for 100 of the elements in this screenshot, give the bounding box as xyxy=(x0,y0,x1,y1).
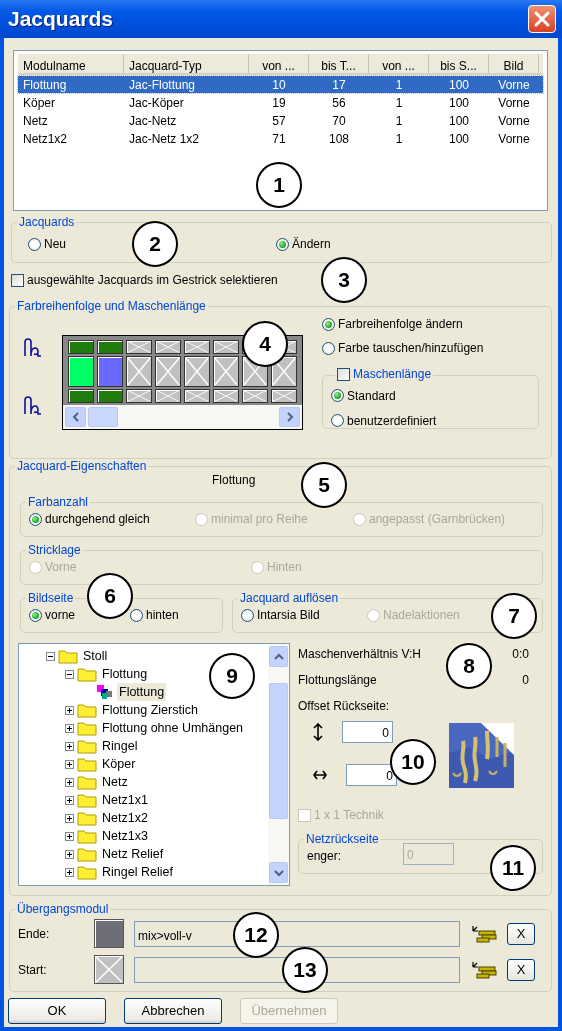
radio-button[interactable] xyxy=(331,389,344,402)
field-value: 0 xyxy=(522,672,529,689)
empty-swatch[interactable] xyxy=(213,389,239,403)
folder-icon xyxy=(77,774,97,790)
tree-item[interactable]: Ringel Relief xyxy=(100,862,175,882)
dialog-button[interactable]: OK xyxy=(8,998,106,1024)
expand-toggle[interactable] xyxy=(65,759,74,769)
table-cell-text: 56 xyxy=(331,94,347,112)
radio-button[interactable] xyxy=(29,512,42,526)
column-header[interactable]: Jacquard-Typ xyxy=(124,54,249,73)
column-header[interactable]: bis S... xyxy=(429,54,489,73)
dialog-button[interactable]: Abbrechen xyxy=(124,998,222,1024)
column-header[interactable]: von ... xyxy=(369,54,429,73)
radio-button[interactable] xyxy=(322,317,335,331)
clear-button[interactable]: X xyxy=(507,922,535,945)
empty-swatch[interactable] xyxy=(155,356,181,387)
radio-button[interactable] xyxy=(322,341,335,355)
table-row[interactable]: Köper Jac-Köper 19 56 1 100 Vorne xyxy=(18,94,543,111)
column-header[interactable]: Bild xyxy=(489,54,539,73)
radio-button[interactable] xyxy=(241,608,254,622)
tree-item[interactable]: Netz1x1 xyxy=(100,790,150,810)
column-header[interactable]: Modulname xyxy=(18,54,124,73)
folder-icon xyxy=(77,756,97,772)
scroll-thumb[interactable] xyxy=(88,407,118,427)
color-swatch[interactable] xyxy=(97,340,123,354)
empty-swatch[interactable] xyxy=(184,356,210,387)
expand-toggle[interactable] xyxy=(65,795,74,805)
number-field[interactable]: 0 xyxy=(342,721,393,743)
module-list[interactable] xyxy=(13,50,548,211)
empty-swatch[interactable] xyxy=(126,389,152,403)
table-cell-text: Jac-Netz xyxy=(128,112,178,130)
folder-icon xyxy=(77,720,97,736)
tree-item[interactable]: Köper xyxy=(100,754,138,774)
tree-item[interactable]: Netz1x2 xyxy=(100,808,150,828)
empty-swatch[interactable] xyxy=(184,340,210,354)
table-cell-text: 100 xyxy=(448,112,470,130)
color-swatch[interactable] xyxy=(97,356,123,387)
radio-button[interactable] xyxy=(130,608,143,622)
close-button[interactable] xyxy=(528,5,556,33)
field-label: Flottungslänge xyxy=(298,672,377,689)
checkbox-label: Maschenlänge xyxy=(353,367,432,381)
table-cell-text: Vorne xyxy=(497,112,531,130)
color-swatch[interactable] xyxy=(97,389,123,403)
scroll-up-button[interactable] xyxy=(269,646,288,667)
expand-toggle[interactable] xyxy=(65,723,74,733)
table-row[interactable]: Netz1x2 Jac-Netz 1x2 71 108 1 100 Vorne xyxy=(18,130,543,147)
expand-toggle[interactable] xyxy=(65,867,74,877)
clear-button[interactable]: X xyxy=(507,958,535,981)
empty-swatch[interactable] xyxy=(126,356,152,387)
table-cell-text: Vorne xyxy=(497,130,531,148)
module-name: Flottung xyxy=(211,472,256,489)
group-title: Jacquard-Eigenschaften xyxy=(16,459,148,473)
checkbox[interactable] xyxy=(11,273,24,287)
tree-item[interactable]: Flottung Zierstich xyxy=(100,700,200,720)
tree-item[interactable]: Flottung ohne Umhängen xyxy=(100,718,246,738)
tree-item[interactable]: Flottung xyxy=(100,664,150,684)
table-row[interactable]: Netz Jac-Netz 57 70 1 100 Vorne xyxy=(18,112,543,129)
expand-toggle[interactable] xyxy=(65,705,74,715)
empty-swatch[interactable] xyxy=(155,340,181,354)
stitch-icon xyxy=(24,337,42,357)
table-cell-text: 1 xyxy=(394,94,404,112)
color-swatch[interactable] xyxy=(68,340,94,354)
scroll-thumb[interactable] xyxy=(269,683,288,819)
tree-item[interactable]: Netz Relief xyxy=(100,844,166,864)
color-swatch[interactable] xyxy=(68,389,94,403)
empty-swatch[interactable] xyxy=(94,955,124,984)
empty-swatch[interactable] xyxy=(213,340,239,354)
empty-swatch[interactable] xyxy=(184,389,210,403)
column-header[interactable]: bis T... xyxy=(309,54,369,73)
expand-toggle[interactable] xyxy=(65,813,74,823)
table-cell-text: 1 xyxy=(394,112,404,130)
tree-item[interactable]: Netz xyxy=(100,772,130,792)
table-row[interactable]: Flottung Jac-Flottung 10 17 1 100 Vorne xyxy=(18,76,543,93)
expand-toggle[interactable] xyxy=(65,777,74,787)
radio-button[interactable] xyxy=(276,237,289,251)
tree-item[interactable]: Flottung xyxy=(117,682,167,702)
empty-swatch[interactable] xyxy=(271,356,297,387)
color-swatch[interactable] xyxy=(94,919,124,948)
empty-swatch[interactable] xyxy=(126,340,152,354)
checkbox[interactable] xyxy=(337,367,350,381)
empty-swatch[interactable] xyxy=(242,389,268,403)
empty-swatch[interactable] xyxy=(213,356,239,387)
expand-toggle[interactable] xyxy=(65,831,74,841)
tree-item[interactable]: Ringel xyxy=(100,736,140,756)
radio-button[interactable] xyxy=(331,414,344,427)
tree-item[interactable]: Netz1x3 xyxy=(100,826,150,846)
expand-toggle[interactable] xyxy=(65,669,74,679)
expand-toggle[interactable] xyxy=(46,651,55,661)
scroll-down-button[interactable] xyxy=(269,862,288,883)
radio-button[interactable] xyxy=(29,608,42,622)
empty-swatch[interactable] xyxy=(271,389,297,403)
expand-toggle[interactable] xyxy=(65,849,74,859)
expand-toggle[interactable] xyxy=(65,741,74,751)
column-header[interactable]: von ... xyxy=(249,54,309,73)
tree-item[interactable]: Stoll xyxy=(81,646,110,666)
radio-button[interactable] xyxy=(28,237,41,251)
field-label: Ende: xyxy=(18,925,51,943)
color-swatch[interactable] xyxy=(68,356,94,387)
empty-swatch[interactable] xyxy=(155,389,181,403)
table-cell-text: Köper xyxy=(22,94,57,112)
